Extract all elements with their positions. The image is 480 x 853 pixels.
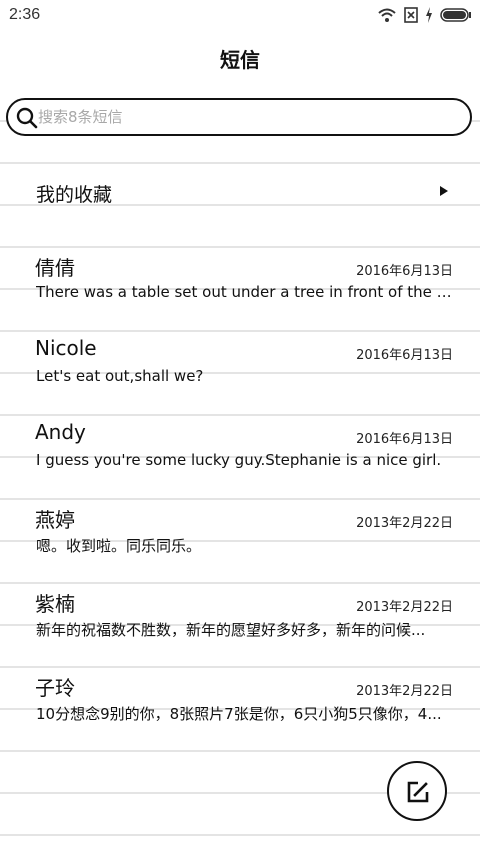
message-date: 2013年2月22日 [356, 684, 453, 699]
message-sender: Andy [35, 420, 86, 444]
message-date: 2016年6月13日 [356, 432, 453, 447]
message-item[interactable]: Andy 2016年6月13日 I guess you're some luck… [0, 420, 480, 504]
compose-icon [406, 780, 430, 804]
message-preview: 嗯。收到啦。同乐同乐。 [36, 537, 202, 555]
status-icons [377, 6, 472, 24]
message-sender: 燕婷 [35, 508, 75, 532]
message-item[interactable]: 紫楠 2013年2月22日 新年的祝福数不胜数，新年的愿望好多好多，新年的问候.… [0, 588, 480, 672]
charging-icon [425, 7, 433, 23]
message-preview: I guess you're some lucky guy.Stephanie … [36, 451, 442, 469]
message-sender: 紫楠 [35, 592, 75, 616]
message-date: 2016年6月13日 [356, 348, 453, 363]
favorites-label: 我的收藏 [36, 184, 113, 206]
message-date: 2013年2月22日 [356, 600, 453, 615]
message-preview: There was a table set out under a tree i… [36, 283, 456, 301]
search-icon [16, 107, 38, 129]
message-list: 倩倩 2016年6月13日 There was a table set out … [0, 252, 480, 756]
status-time: 2:36 [9, 6, 41, 23]
message-item[interactable]: 倩倩 2016年6月13日 There was a table set out … [0, 252, 480, 336]
search-bar[interactable] [6, 98, 472, 136]
status-bar: 2:36 [0, 0, 480, 32]
wifi-icon [377, 7, 397, 23]
favorites-row[interactable]: 我的收藏 [0, 172, 480, 214]
message-item[interactable]: Nicole 2016年6月13日 Let's eat out,shall we… [0, 336, 480, 420]
sim-blocked-icon [404, 7, 418, 23]
message-date: 2013年2月22日 [356, 516, 453, 531]
message-date: 2016年6月13日 [356, 264, 453, 279]
arrow-right-icon [440, 186, 448, 196]
header: 短信 [0, 32, 480, 84]
message-sender: 子玲 [35, 676, 75, 700]
message-preview: 新年的祝福数不胜数，新年的愿望好多好多，新年的问候... [36, 621, 426, 639]
battery-icon [440, 8, 472, 22]
page-title: 短信 [220, 48, 260, 72]
message-item[interactable]: 子玲 2013年2月22日 10分想念9别的你，8张照片7张是你，6只小狗5只像… [0, 672, 480, 756]
compose-button[interactable] [387, 761, 447, 821]
message-preview: 10分想念9别的你，8张照片7张是你，6只小狗5只像你，4... [36, 705, 442, 723]
message-preview: Let's eat out,shall we? [36, 367, 204, 385]
message-sender: Nicole [35, 336, 97, 360]
message-sender: 倩倩 [35, 256, 75, 280]
search-input[interactable] [38, 104, 458, 130]
message-item[interactable]: 燕婷 2013年2月22日 嗯。收到啦。同乐同乐。 [0, 504, 480, 588]
